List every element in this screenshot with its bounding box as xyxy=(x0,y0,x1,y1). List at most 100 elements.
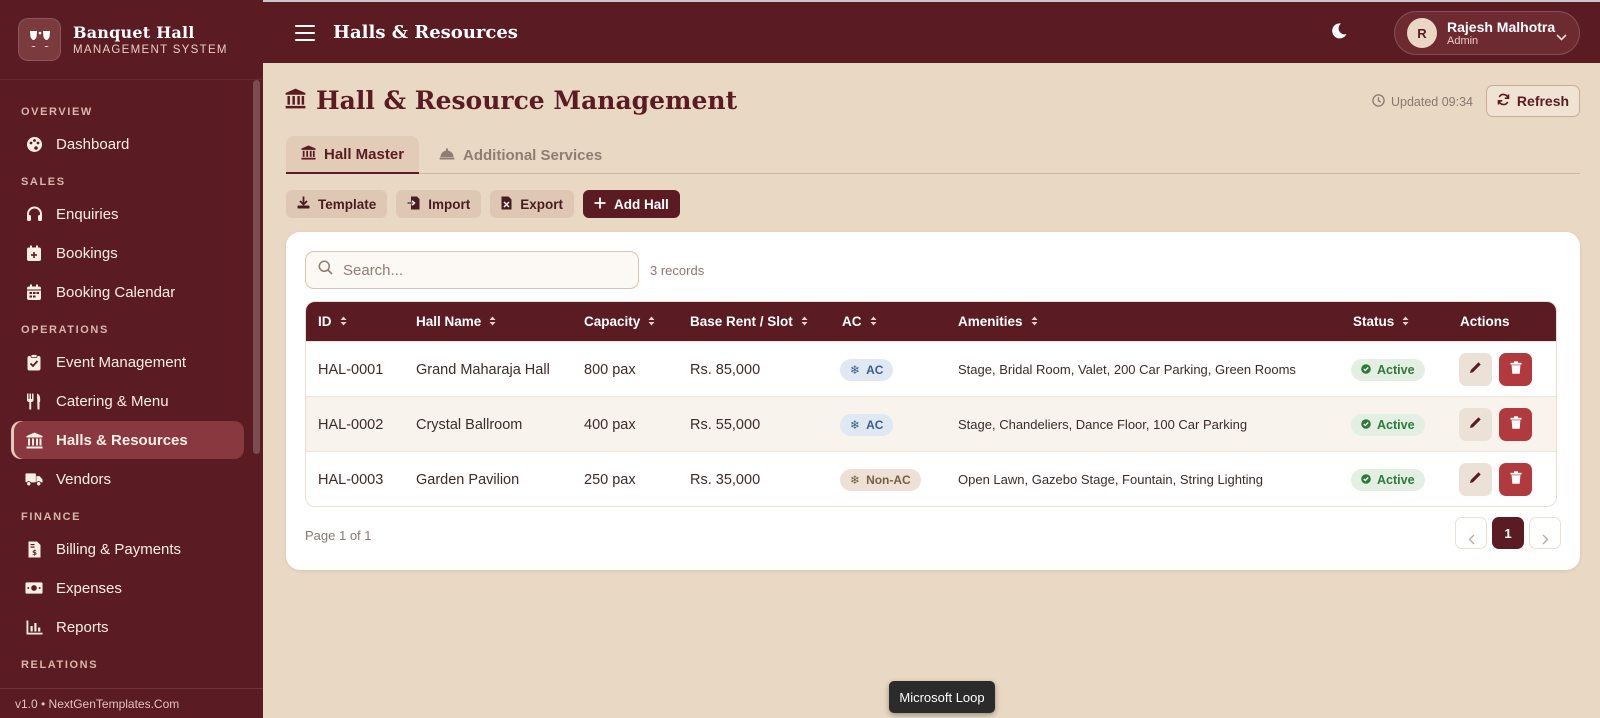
search-input[interactable] xyxy=(343,261,623,279)
sidebar-item-label: Dashboard xyxy=(56,135,130,153)
cell-amenities: Stage, Chandeliers, Dance Floor, 100 Car… xyxy=(958,417,1248,432)
delete-button[interactable] xyxy=(1499,463,1532,496)
sidebar-item-event-management[interactable]: Event Management xyxy=(11,343,244,381)
pencil-icon xyxy=(1469,416,1482,433)
column-header-base-rent[interactable]: Base Rent / Slot xyxy=(690,314,808,329)
search-box[interactable] xyxy=(305,251,639,289)
tab-bar: Hall Master Additional Services xyxy=(286,136,1580,174)
utensils-icon xyxy=(25,392,43,410)
edit-button[interactable] xyxy=(1459,408,1492,441)
ac-label: AC xyxy=(866,417,884,432)
table-row[interactable]: HAL-0003 Garden Pavilion 250 pax Rs. 35,… xyxy=(306,451,1556,506)
tab-label: Hall Master xyxy=(324,145,405,163)
column-label: ID xyxy=(318,314,332,329)
status-label: Active xyxy=(1377,417,1415,432)
menu-toggle-icon[interactable] xyxy=(295,24,315,41)
sidebar-item-booking-calendar[interactable]: Booking Calendar xyxy=(11,273,244,311)
nav-section-finance: FINANCE xyxy=(21,511,82,523)
svg-text:$: $ xyxy=(32,549,37,557)
sidebar-item-enquiries[interactable]: Enquiries xyxy=(11,195,244,233)
prev-page-button[interactable] xyxy=(1455,517,1487,549)
export-label: Export xyxy=(520,196,564,212)
sidebar-item-vendors[interactable]: Vendors xyxy=(11,460,244,498)
sidebar-footer: v1.0 • NextGenTemplates.Com xyxy=(0,688,263,718)
pencil-icon xyxy=(1469,471,1482,488)
record-count: 3 records xyxy=(650,263,705,278)
page-info: Page 1 of 1 xyxy=(305,528,372,543)
sidebar-item-catering-menu[interactable]: Catering & Menu xyxy=(11,382,244,420)
cell-base-rent: Rs. 85,000 xyxy=(690,361,761,378)
invoice-icon: $ xyxy=(25,540,43,558)
sort-icon xyxy=(870,314,877,329)
pencil-icon xyxy=(1469,361,1482,378)
sidebar-item-label: Vendors xyxy=(56,470,112,488)
moon-icon[interactable] xyxy=(1330,22,1348,45)
table-row[interactable]: HAL-0002 Crystal Ballroom 400 pax Rs. 55… xyxy=(306,396,1556,451)
page-header: Hall & Resource Management xyxy=(285,86,737,115)
snowflake-icon: ❄ xyxy=(850,362,861,377)
column-label: Actions xyxy=(1460,314,1510,329)
table-row[interactable]: HAL-0001 Grand Maharaja Hall 800 pax Rs.… xyxy=(306,341,1556,396)
ac-badge: ❄ Non-AC xyxy=(840,468,921,491)
nav-section-operations: OPERATIONS xyxy=(21,324,109,336)
sidebar-item-billing-payments[interactable]: $ Billing & Payments xyxy=(11,530,244,568)
sidebar-item-reports[interactable]: Reports xyxy=(11,608,244,646)
column-header-ac[interactable]: AC xyxy=(842,314,877,329)
file-excel-icon xyxy=(501,196,520,213)
cell-id: HAL-0002 xyxy=(318,416,384,433)
next-page-button[interactable] xyxy=(1529,517,1561,549)
halls-card: 3 records ID Hall Name Capacity Base Ren… xyxy=(286,232,1580,570)
column-label: Hall Name xyxy=(416,314,482,329)
user-menu[interactable]: R Rajesh Malhotra Admin xyxy=(1394,11,1580,55)
sort-icon xyxy=(801,314,808,329)
clock-icon xyxy=(1372,94,1391,110)
sidebar-item-label: Event Management xyxy=(56,353,187,371)
status-badge: Active xyxy=(1351,358,1425,381)
cell-status: Active xyxy=(1351,342,1425,397)
nav-section-relations: RELATIONS xyxy=(21,659,99,671)
edit-button[interactable] xyxy=(1459,463,1492,496)
snowflake-icon: ❄ xyxy=(850,417,861,432)
sidebar-scrollbar[interactable] xyxy=(253,80,260,454)
pagination: 1 xyxy=(1450,517,1561,549)
sidebar-item-label: Reports xyxy=(56,618,109,636)
cell-amenities: Open Lawn, Gazebo Stage, Fountain, Strin… xyxy=(958,472,1263,487)
column-header-status[interactable]: Status xyxy=(1353,314,1409,329)
column-header-amenities[interactable]: Amenities xyxy=(958,314,1038,329)
calendar-plus-icon xyxy=(25,244,43,262)
nav-section-sales: SALES xyxy=(21,176,66,188)
edit-button[interactable] xyxy=(1459,353,1492,386)
add-hall-button[interactable]: Add Hall xyxy=(583,190,680,218)
tab-hall-master[interactable]: Hall Master xyxy=(286,136,420,174)
money-icon xyxy=(25,579,43,597)
column-header-actions: Actions xyxy=(1460,314,1510,329)
plus-icon xyxy=(594,197,614,212)
sidebar-item-dashboard[interactable]: Dashboard xyxy=(11,125,244,163)
column-header-capacity[interactable]: Capacity xyxy=(584,314,655,329)
column-header-hall-name[interactable]: Hall Name xyxy=(416,314,496,329)
column-label: Capacity xyxy=(584,314,641,329)
import-button[interactable]: Import xyxy=(396,190,482,218)
taskbar-tooltip: Microsoft Loop xyxy=(889,681,995,713)
headset-icon xyxy=(25,205,43,223)
page-number-button[interactable]: 1 xyxy=(1492,517,1524,549)
sidebar-item-label: Catering & Menu xyxy=(56,392,169,410)
column-header-id[interactable]: ID xyxy=(318,314,347,329)
sidebar-item-bookings[interactable]: Bookings xyxy=(11,234,244,272)
delete-button[interactable] xyxy=(1499,408,1532,441)
sidebar-item-halls-resources[interactable]: Halls & Resources xyxy=(11,421,244,459)
export-button[interactable]: Export xyxy=(490,190,575,218)
refresh-button[interactable]: Refresh xyxy=(1486,85,1580,117)
sort-icon xyxy=(1402,314,1409,329)
brand-title: Banquet Hall xyxy=(73,23,195,42)
trash-icon xyxy=(1510,361,1522,378)
cell-capacity: 800 pax xyxy=(584,361,636,378)
sidebar-item-expenses[interactable]: Expenses xyxy=(11,569,244,607)
template-button[interactable]: Template xyxy=(286,190,388,218)
brand[interactable]: Banquet Hall MANAGEMENT SYSTEM xyxy=(0,0,263,80)
delete-button[interactable] xyxy=(1499,353,1532,386)
sidebar-item-label: Enquiries xyxy=(56,205,119,223)
status-badge: Active xyxy=(1351,413,1425,436)
tab-additional-services[interactable]: Additional Services xyxy=(424,136,617,174)
sidebar-item-label: Halls & Resources xyxy=(56,431,188,449)
